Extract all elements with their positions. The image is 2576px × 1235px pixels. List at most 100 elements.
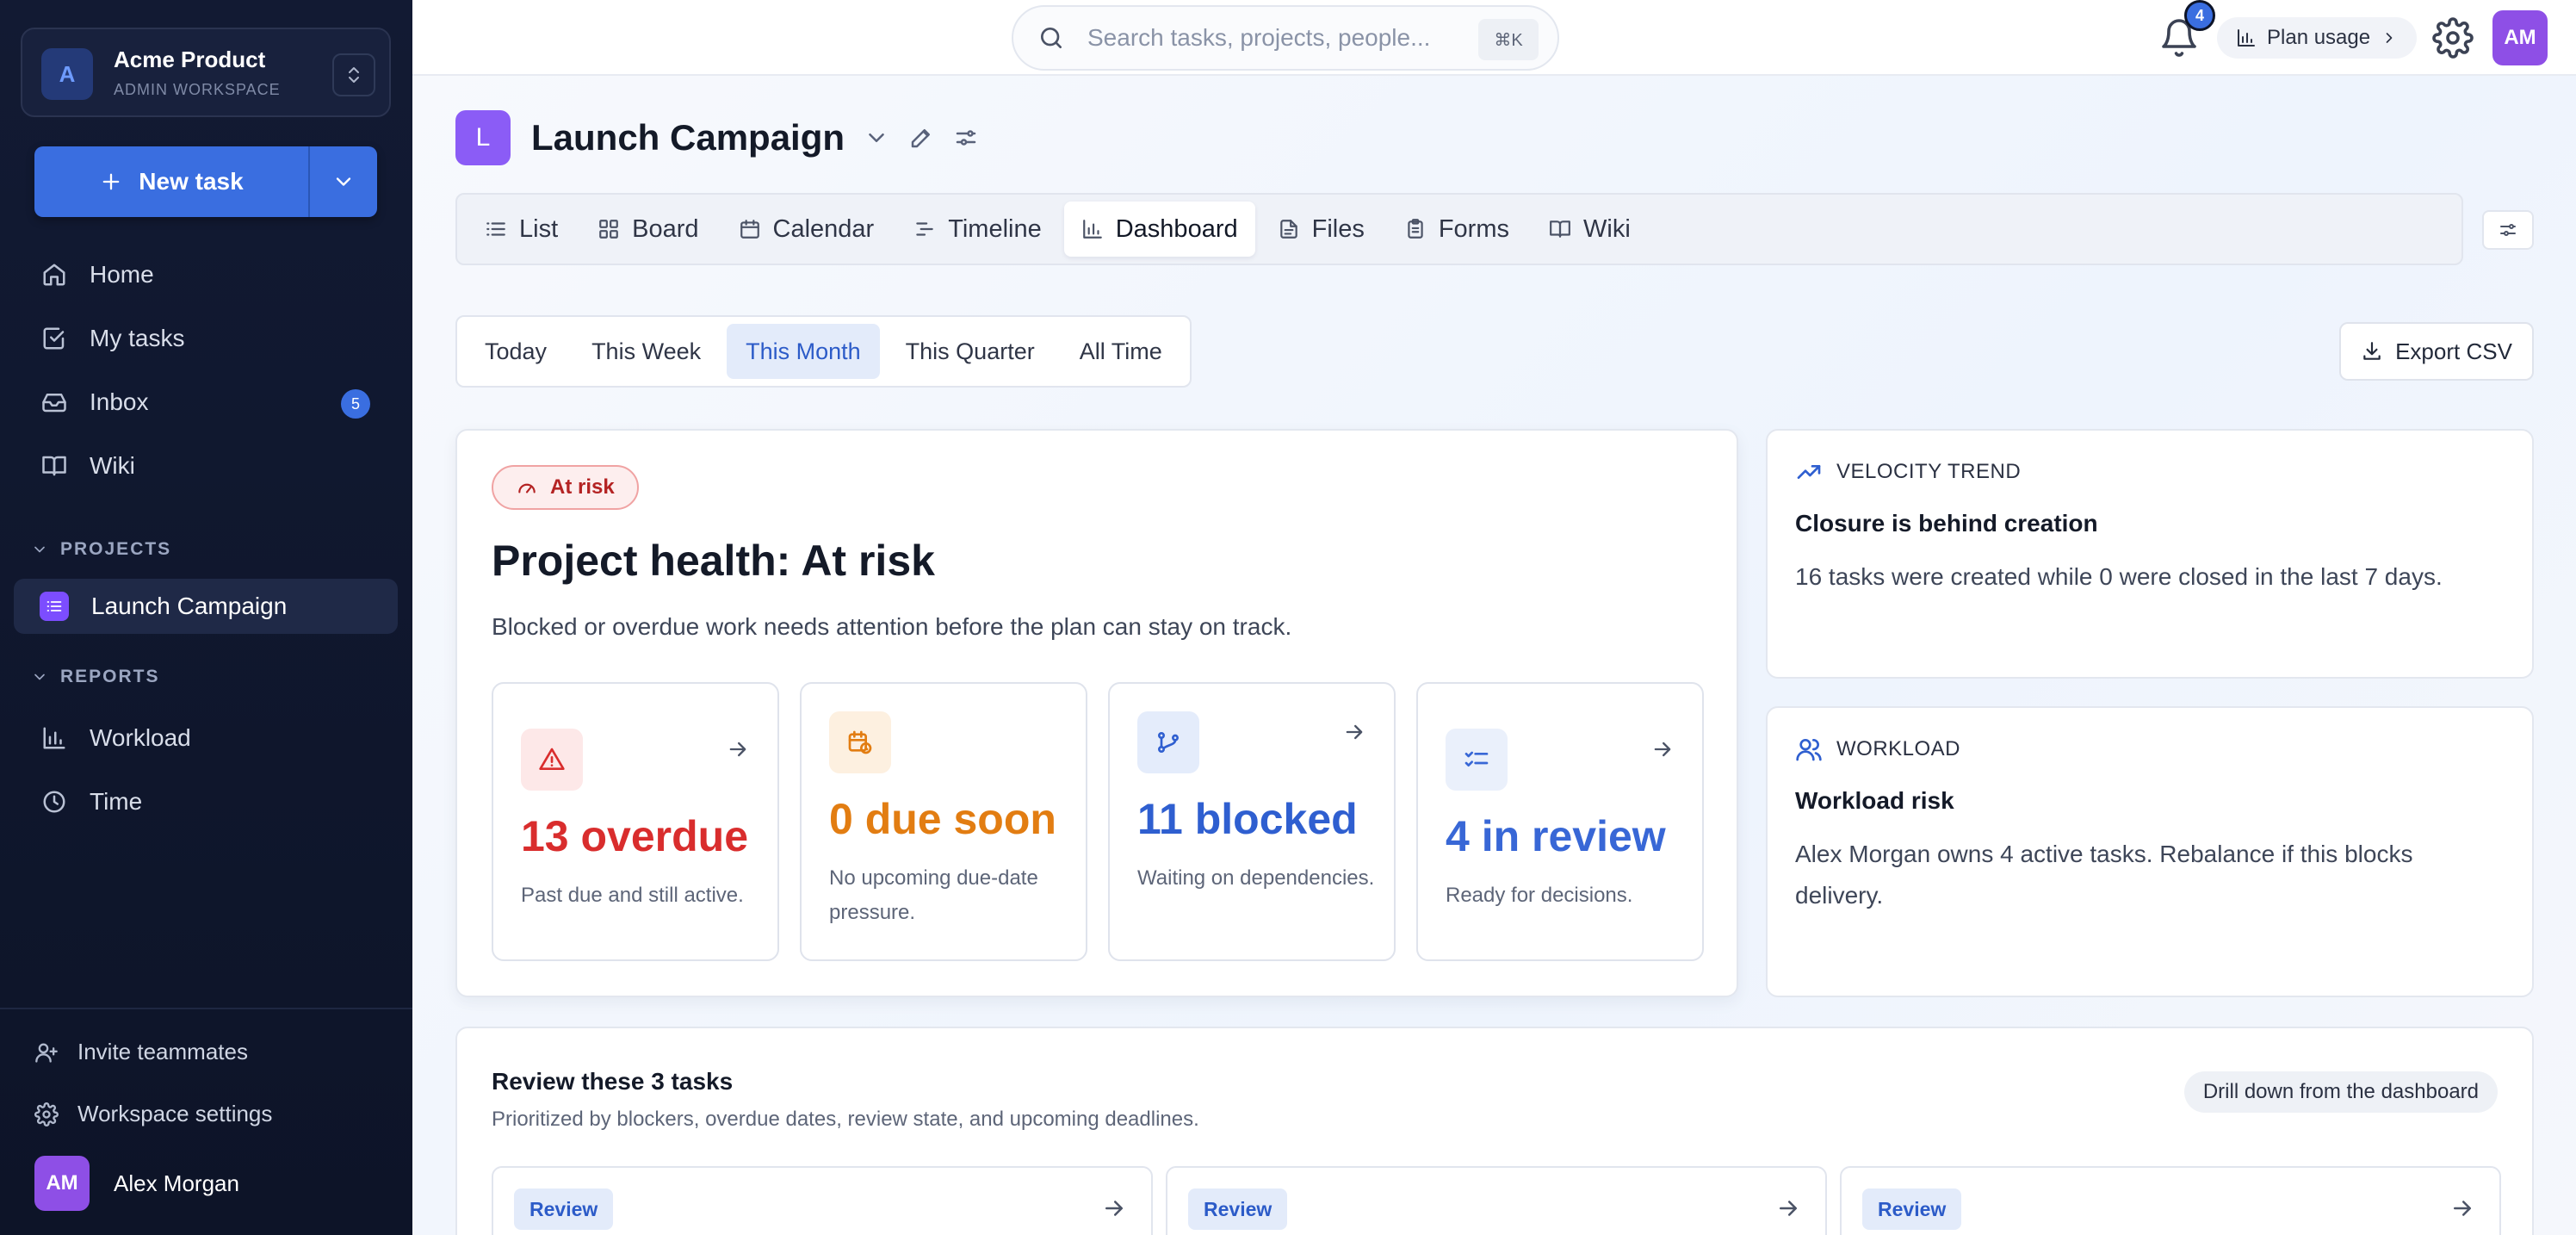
plan-usage-button[interactable]: Plan usage <box>2217 17 2418 59</box>
project-settings-button[interactable] <box>953 125 979 151</box>
tab-label: Forms <box>1438 214 1510 243</box>
projects-heading: PROJECTS <box>60 539 172 559</box>
chevron-down-icon <box>336 177 351 186</box>
tab-dashboard[interactable]: Dashboard <box>1063 202 1255 257</box>
metric-description: Ready for decisions. <box>1446 884 1633 907</box>
reports-nav: Workload Time <box>14 710 398 830</box>
export-csv-button[interactable]: Export CSV <box>2339 322 2534 381</box>
range-this-month[interactable]: This Month <box>727 324 880 379</box>
tab-calendar[interactable]: Calendar <box>721 202 892 257</box>
workload-heading: WORKLOAD <box>1836 737 1961 760</box>
notifications-count-badge: 4 <box>2184 0 2215 31</box>
project-badge: L <box>455 110 511 165</box>
review-task-card[interactable]: Review <box>492 1166 1153 1235</box>
view-options-button[interactable] <box>2482 210 2534 250</box>
card-heading: VELOCITY TREND <box>1795 458 2021 486</box>
nav-item-workload[interactable]: Workload <box>14 710 398 766</box>
tab-timeline[interactable]: Timeline <box>896 202 1059 257</box>
avatar: AM <box>34 1156 90 1211</box>
metric-value: 13 overdue <box>521 812 749 860</box>
sidebar-project-launch-campaign[interactable]: Launch Campaign <box>14 579 398 634</box>
tab-forms[interactable]: Forms <box>1387 202 1526 257</box>
workspace-settings-link[interactable]: Workspace settings <box>34 1101 272 1127</box>
metric-card-in-review[interactable]: 4 in review Ready for decisions. <box>1416 682 1704 961</box>
date-range-selector: Today This Week This Month This Quarter … <box>455 315 1192 388</box>
workspace-switcher[interactable]: A Acme Product ADMIN WORKSPACE <box>21 28 391 117</box>
arrow-right-icon <box>1650 737 1675 761</box>
status-label: At risk <box>550 475 615 499</box>
git-branch-icon <box>1137 711 1199 773</box>
main-content: L Launch Campaign List Board Calendar Ti… <box>412 76 2576 1235</box>
bar-chart-icon <box>43 727 65 749</box>
nav-item-label: Time <box>90 788 143 815</box>
range-today[interactable]: Today <box>466 324 566 379</box>
clock-icon <box>43 791 65 813</box>
workload-body: Alex Morgan owns 4 active tasks. Rebalan… <box>1795 841 2413 909</box>
workspace-avatar: A <box>41 48 93 100</box>
range-all-time[interactable]: All Time <box>1061 324 1181 379</box>
review-task-card[interactable]: Review <box>1166 1166 1827 1235</box>
reports-section-toggle[interactable]: REPORTS <box>31 667 160 687</box>
metric-card-blocked[interactable]: 11 blocked Waiting on dependencies. <box>1108 682 1396 961</box>
drill-down-chip: Drill down from the dashboard <box>2183 1071 2498 1113</box>
nav-item-inbox[interactable]: Inbox 5 <box>14 374 398 431</box>
check-square-icon <box>43 327 65 350</box>
main-nav: Home My tasks Inbox 5 Wiki <box>14 246 398 494</box>
tab-label: Board <box>632 214 699 243</box>
settings-label: Workspace settings <box>77 1101 273 1126</box>
avatar[interactable]: AM <box>2492 10 2548 65</box>
tab-list[interactable]: List <box>468 202 575 257</box>
tab-files[interactable]: Files <box>1260 202 1382 257</box>
nav-item-time[interactable]: Time <box>14 773 398 830</box>
arrow-right-icon <box>1342 720 1366 744</box>
timeline-icon <box>916 222 933 236</box>
arrow-right-icon <box>2449 1195 2475 1221</box>
project-label: Launch Campaign <box>91 593 288 619</box>
metric-card-due-soon[interactable]: 0 due soon No upcoming due-date pressure… <box>800 682 1087 961</box>
metric-value: 0 due soon <box>829 795 1056 843</box>
range-this-week[interactable]: This Week <box>573 324 720 379</box>
tab-label: Dashboard <box>1115 214 1238 243</box>
search-placeholder: Search tasks, projects, people... <box>1087 24 1431 51</box>
tab-wiki[interactable]: Wiki <box>1532 202 1648 257</box>
velocity-body: 16 tasks were created while 0 were close… <box>1795 563 2443 590</box>
workspace-subtitle: ADMIN WORKSPACE <box>114 81 281 98</box>
project-health-card: At risk Project health: At risk Blocked … <box>455 429 1738 997</box>
nav-item-wiki[interactable]: Wiki <box>14 438 398 494</box>
metric-card-overdue[interactable]: 13 overdue Past due and still active. <box>492 682 779 961</box>
gear-icon <box>34 1102 59 1126</box>
chevrons-up-down-icon[interactable] <box>332 53 375 96</box>
project-switch-button[interactable] <box>864 125 889 151</box>
review-task-card[interactable]: Review <box>1840 1166 2501 1235</box>
projects-section-toggle[interactable]: PROJECTS <box>31 539 171 560</box>
card-heading: WORKLOAD <box>1795 735 1960 763</box>
new-task-button[interactable]: New task <box>34 146 308 217</box>
nav-item-my-tasks[interactable]: My tasks <box>14 310 398 367</box>
list-checks-icon <box>1446 729 1508 791</box>
current-user[interactable]: AM Alex Morgan <box>34 1156 239 1211</box>
book-icon <box>42 456 66 476</box>
sliders-icon <box>2500 224 2516 236</box>
chevron-down-icon <box>34 546 45 553</box>
range-this-quarter[interactable]: This Quarter <box>887 324 1054 379</box>
tab-label: Wiki <box>1583 214 1631 243</box>
invite-teammates-link[interactable]: Invite teammates <box>34 1039 248 1065</box>
nav-item-home[interactable]: Home <box>14 246 398 303</box>
rename-project-button[interactable] <box>908 125 934 151</box>
inbox-icon <box>42 394 66 413</box>
search-input[interactable]: Search tasks, projects, people... ⌘K <box>1012 5 1559 71</box>
arrow-right-icon <box>726 737 750 761</box>
user-plus-icon <box>35 1043 58 1063</box>
gear-icon <box>2432 17 2474 59</box>
export-label: Export CSV <box>2395 338 2512 364</box>
arrow-right-icon <box>1101 1195 1127 1221</box>
project-view-tabs: List Board Calendar Timeline Dashboard F… <box>455 193 2463 265</box>
tab-board[interactable]: Board <box>580 202 715 257</box>
trending-up-icon <box>1797 465 1821 479</box>
chevron-right-icon <box>2386 33 2393 43</box>
metric-value: 4 in review <box>1446 812 1666 860</box>
gauge-icon <box>518 483 536 493</box>
new-task-dropdown-button[interactable] <box>308 146 377 217</box>
sliders-icon <box>956 130 976 146</box>
settings-button[interactable] <box>2432 17 2474 59</box>
